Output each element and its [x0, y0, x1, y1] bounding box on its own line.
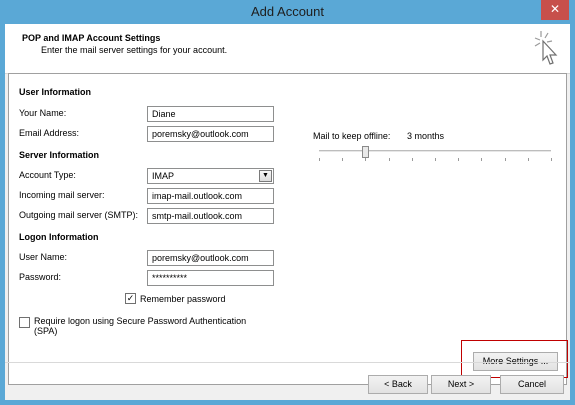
user-name-label: User Name: — [19, 252, 68, 262]
offline-slider-track[interactable] — [319, 150, 551, 153]
slider-tick — [319, 158, 320, 161]
wizard-cursor-icon — [534, 31, 558, 65]
email-address-label: Email Address: — [19, 128, 80, 138]
cancel-button[interactable]: Cancel — [500, 375, 564, 394]
add-account-window: Add Account ✕ POP and IMAP Account Setti… — [0, 0, 575, 405]
header-title: POP and IMAP Account Settings — [22, 33, 161, 43]
your-name-field[interactable]: Diane — [147, 106, 274, 122]
user-information-heading: User Information — [19, 87, 92, 97]
remember-password-label: Remember password — [140, 294, 226, 304]
bottom-divider — [5, 362, 570, 363]
mail-offline-value: 3 months — [407, 131, 445, 141]
window-title: Add Account — [251, 4, 324, 19]
slider-tick — [435, 158, 436, 161]
slider-tick — [388, 158, 390, 161]
settings-panel: User Information Your Name: Diane Email … — [8, 73, 568, 385]
incoming-server-label: Incoming mail server: — [19, 190, 105, 200]
mail-offline-label: Mail to keep offline: — [313, 131, 391, 141]
spa-label-line2: (SPA) — [34, 326, 58, 336]
back-button[interactable]: < Back — [368, 375, 428, 394]
email-address-field[interactable]: poremsky@outlook.com — [147, 126, 274, 142]
spa-label-line1: Require logon using Secure Password Auth… — [34, 316, 247, 326]
account-type-label: Account Type: — [19, 170, 76, 180]
close-button[interactable]: ✕ — [541, 0, 569, 20]
account-type-select[interactable]: IMAP ▼ — [147, 168, 274, 184]
slider-tick — [551, 158, 552, 161]
dialog-client: POP and IMAP Account Settings Enter the … — [5, 24, 570, 400]
server-information-heading: Server Information — [19, 150, 100, 160]
slider-tick — [458, 158, 460, 161]
chevron-down-icon[interactable]: ▼ — [259, 170, 272, 182]
your-name-label: Your Name: — [19, 108, 67, 118]
slider-tick — [504, 158, 506, 161]
remember-password-checkbox[interactable]: ✓ — [125, 293, 136, 304]
incoming-server-field[interactable]: imap-mail.outlook.com — [147, 188, 274, 204]
slider-tick — [342, 158, 344, 161]
next-button[interactable]: Next > — [431, 375, 491, 394]
slider-tick — [481, 158, 483, 161]
logon-information-heading: Logon Information — [19, 232, 99, 242]
dialog-header: POP and IMAP Account Settings Enter the … — [5, 24, 570, 74]
slider-tick — [365, 158, 367, 161]
slider-tick — [527, 158, 529, 161]
account-type-value: IMAP — [152, 171, 175, 181]
slider-tick — [411, 158, 413, 161]
spa-checkbox[interactable] — [19, 317, 30, 328]
title-bar: Add Account ✕ — [0, 0, 575, 24]
outgoing-server-field[interactable]: smtp-mail.outlook.com — [147, 208, 274, 224]
header-subtitle: Enter the mail server settings for your … — [41, 45, 228, 55]
offline-slider-thumb[interactable] — [362, 146, 370, 158]
password-label: Password: — [19, 272, 62, 282]
outgoing-server-label: Outgoing mail server (SMTP): — [19, 210, 139, 220]
password-field[interactable]: ********** — [147, 270, 274, 286]
user-name-field[interactable]: poremsky@outlook.com — [147, 250, 274, 266]
